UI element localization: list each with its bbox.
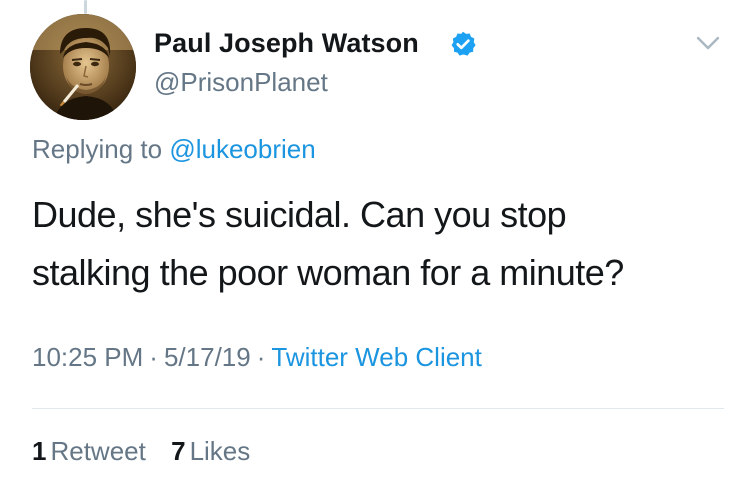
author-name[interactable]: Paul Joseph Watson xyxy=(154,28,419,59)
tweet-text-line: Dude, she's suicidal. Can you stop xyxy=(32,194,567,235)
client-link[interactable]: Twitter Web Client xyxy=(271,342,481,372)
reply-to-handle-link[interactable]: @lukeobrien xyxy=(169,134,315,164)
author-handle[interactable]: @PrisonPlanet xyxy=(154,67,328,98)
likes-count: 7 xyxy=(171,436,186,466)
tweet-card: Paul Joseph Watson @PrisonPlanet Replyin… xyxy=(0,0,750,486)
likes-label: Likes xyxy=(189,436,251,466)
separator-dot: · xyxy=(256,342,266,372)
avatar[interactable] xyxy=(30,14,136,120)
engagement-stats: 1 Retweet 7 Likes xyxy=(32,436,268,467)
tweet-metadata: 10:25 PM · 5/17/19 · Twitter Web Client xyxy=(32,342,482,373)
divider xyxy=(32,408,724,409)
verified-badge-icon xyxy=(451,31,476,56)
replying-to-label: Replying to xyxy=(32,134,163,164)
tweet-text-line: stalking the poor woman for a minute? xyxy=(32,252,624,293)
tweet-time[interactable]: 10:25 PM xyxy=(32,342,143,372)
retweets-count: 1 xyxy=(32,436,47,466)
thread-connector-line xyxy=(84,0,87,14)
profile-photo-icon xyxy=(30,14,136,120)
tweet-date[interactable]: 5/17/19 xyxy=(164,342,251,372)
retweets-stat[interactable]: 1 Retweet xyxy=(32,436,146,466)
tweet-text: Dude, she's suicidal. Can you stop stalk… xyxy=(32,186,732,302)
separator-dot: · xyxy=(149,342,158,372)
likes-stat[interactable]: 7 Likes xyxy=(171,436,250,466)
chevron-down-icon[interactable] xyxy=(693,32,723,54)
retweets-label: Retweet xyxy=(50,436,146,466)
replying-to-line: Replying to @lukeobrien xyxy=(32,134,316,165)
